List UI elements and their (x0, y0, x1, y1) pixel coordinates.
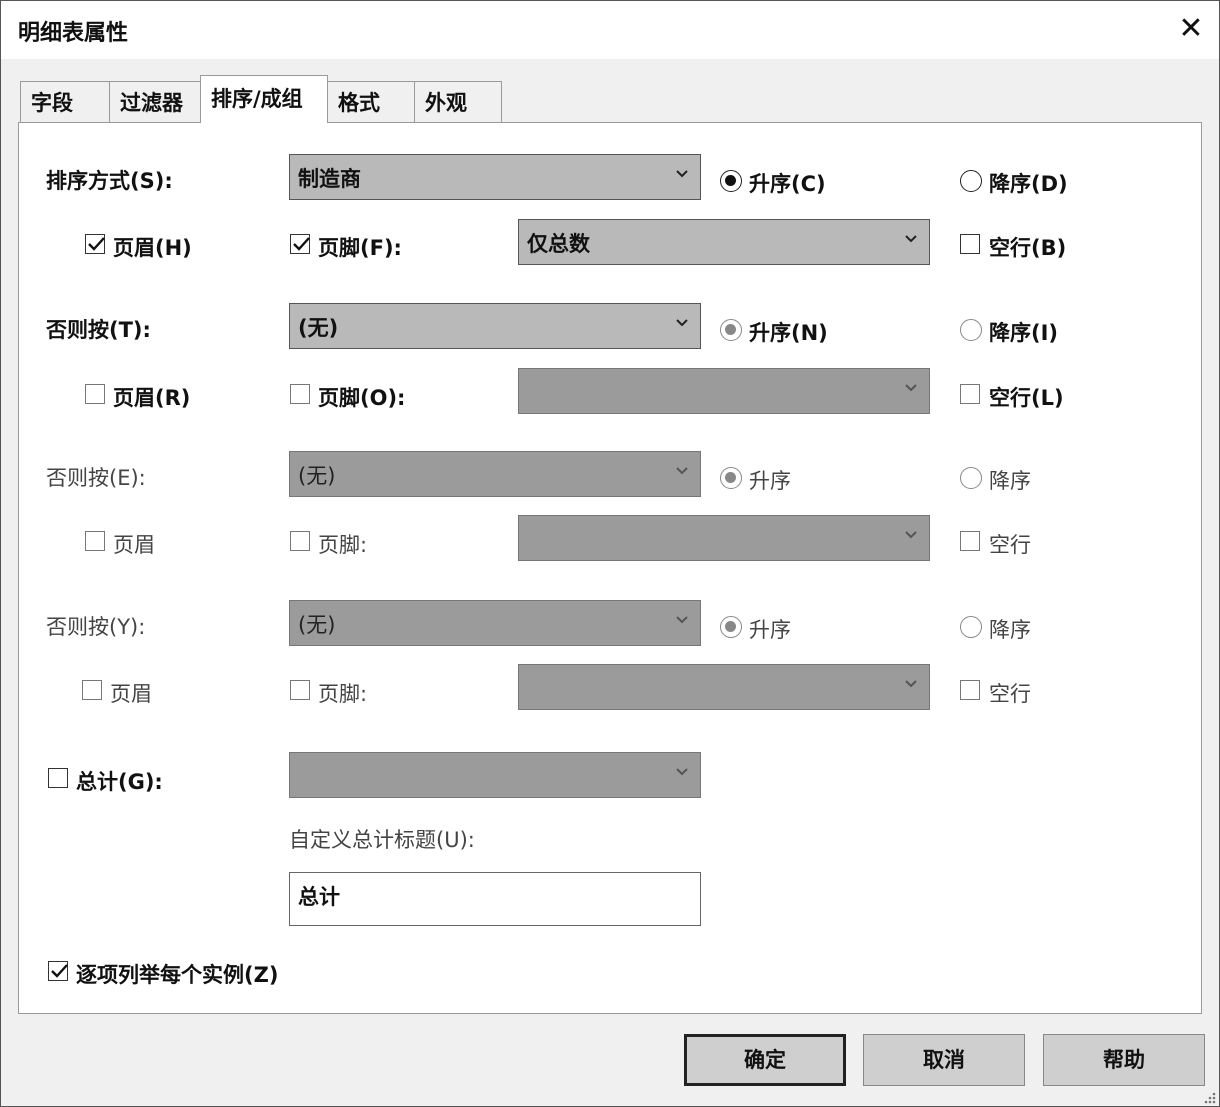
check-icon (293, 237, 310, 251)
descending-label: 降序(I) (989, 321, 1059, 345)
footer-combo[interactable] (518, 368, 930, 414)
blank-line-checkbox[interactable] (960, 680, 980, 700)
blank-line-label: 空行(B) (989, 236, 1067, 260)
combo-value: (无) (298, 464, 336, 488)
dialog-title: 明细表属性 (18, 21, 129, 46)
chevron-down-icon (905, 680, 917, 688)
then-by-combo[interactable]: (无) (289, 600, 701, 646)
chevron-down-icon (676, 768, 688, 776)
grand-total-label: 总计(G): (76, 770, 163, 794)
header-checkbox[interactable] (85, 384, 105, 404)
combo-value: (无) (298, 316, 339, 340)
sort-by-label: 排序方式(S): (46, 169, 173, 193)
footer-label: 页脚: (318, 533, 368, 557)
combo-value: (无) (298, 613, 336, 637)
then-by-label: 否则按(T): (46, 318, 151, 342)
tab-appearance[interactable]: 外观 (414, 81, 502, 123)
footer-combo[interactable] (518, 515, 930, 561)
help-button[interactable]: 帮助 (1043, 1034, 1205, 1086)
itemize-checkbox[interactable] (48, 961, 68, 981)
footer-checkbox[interactable] (290, 680, 310, 700)
footer-checkbox[interactable] (290, 531, 310, 551)
blank-line-checkbox[interactable] (960, 384, 980, 404)
custom-total-title-label: 自定义总计标题(U): (289, 828, 475, 852)
chevron-down-icon (676, 467, 688, 475)
chevron-down-icon (676, 319, 688, 327)
header-checkbox[interactable] (85, 234, 105, 254)
grand-total-combo[interactable] (289, 752, 701, 798)
descending-radio[interactable] (960, 616, 982, 638)
descending-radio[interactable] (960, 170, 982, 192)
ascending-radio[interactable] (720, 616, 742, 638)
ascending-radio[interactable] (720, 319, 742, 341)
resize-grip-icon[interactable] (1201, 1089, 1217, 1105)
blank-line-checkbox[interactable] (960, 234, 980, 254)
close-icon[interactable]: ✕ (1171, 9, 1211, 49)
header-label: 页眉 (113, 533, 155, 557)
header-checkbox[interactable] (82, 680, 102, 700)
custom-total-title-input[interactable]: 总计 (289, 872, 701, 926)
tab-fields[interactable]: 字段 (20, 81, 110, 123)
then-by-label: 否则按(E): (46, 466, 146, 490)
tab-sorting-grouping[interactable]: 排序/成组 (200, 75, 328, 123)
tab-filter[interactable]: 过滤器 (109, 81, 201, 123)
ascending-label: 升序(C) (749, 172, 826, 196)
itemize-label: 逐项列举每个实例(Z) (76, 963, 279, 987)
ascending-radio[interactable] (720, 170, 742, 192)
descending-radio[interactable] (960, 467, 982, 489)
footer-label: 页脚(F): (318, 236, 402, 260)
then-by-combo[interactable]: (无) (289, 303, 701, 349)
ascending-label: 升序(N) (749, 321, 828, 345)
tab-formatting[interactable]: 格式 (327, 81, 415, 123)
chevron-down-icon (905, 235, 917, 243)
header-label: 页眉(R) (113, 386, 191, 410)
descending-label: 降序 (989, 618, 1031, 642)
ascending-label: 升序 (749, 469, 791, 493)
header-checkbox[interactable] (85, 531, 105, 551)
check-icon (88, 237, 105, 251)
blank-line-label: 空行(L) (989, 386, 1064, 410)
combo-value: 制造商 (298, 167, 361, 191)
chevron-down-icon (905, 384, 917, 392)
header-label: 页眉(H) (113, 236, 192, 260)
grand-total-checkbox[interactable] (48, 768, 68, 788)
schedule-properties-dialog: 明细表属性 ✕ 字段 过滤器 排序/成组 格式 外观 排序方式(S): 制造商 … (0, 0, 1220, 1107)
footer-combo[interactable]: 仅总数 (518, 219, 930, 265)
chevron-down-icon (676, 616, 688, 624)
footer-label: 页脚(O): (318, 386, 406, 410)
sort-by-combo[interactable]: 制造商 (289, 154, 701, 200)
ascending-label: 升序 (749, 618, 791, 642)
footer-combo[interactable] (518, 664, 930, 710)
descending-radio[interactable] (960, 319, 982, 341)
footer-label: 页脚: (318, 682, 368, 706)
descending-label: 降序(D) (989, 172, 1068, 196)
header-label: 页眉 (110, 682, 152, 706)
chevron-down-icon (676, 170, 688, 178)
input-value: 总计 (298, 885, 340, 909)
chevron-down-icon (905, 531, 917, 539)
footer-checkbox[interactable] (290, 384, 310, 404)
descending-label: 降序 (989, 469, 1031, 493)
then-by-label: 否则按(Y): (46, 615, 146, 639)
blank-line-checkbox[interactable] (960, 531, 980, 551)
ok-button[interactable]: 确定 (684, 1034, 846, 1086)
then-by-combo[interactable]: (无) (289, 451, 701, 497)
combo-value: 仅总数 (527, 232, 590, 256)
ascending-radio[interactable] (720, 467, 742, 489)
cancel-button[interactable]: 取消 (863, 1034, 1025, 1086)
blank-line-label: 空行 (989, 533, 1031, 557)
check-icon (51, 964, 68, 978)
title-bar: 明细表属性 ✕ (1, 1, 1219, 59)
blank-line-label: 空行 (989, 682, 1031, 706)
footer-checkbox[interactable] (290, 234, 310, 254)
